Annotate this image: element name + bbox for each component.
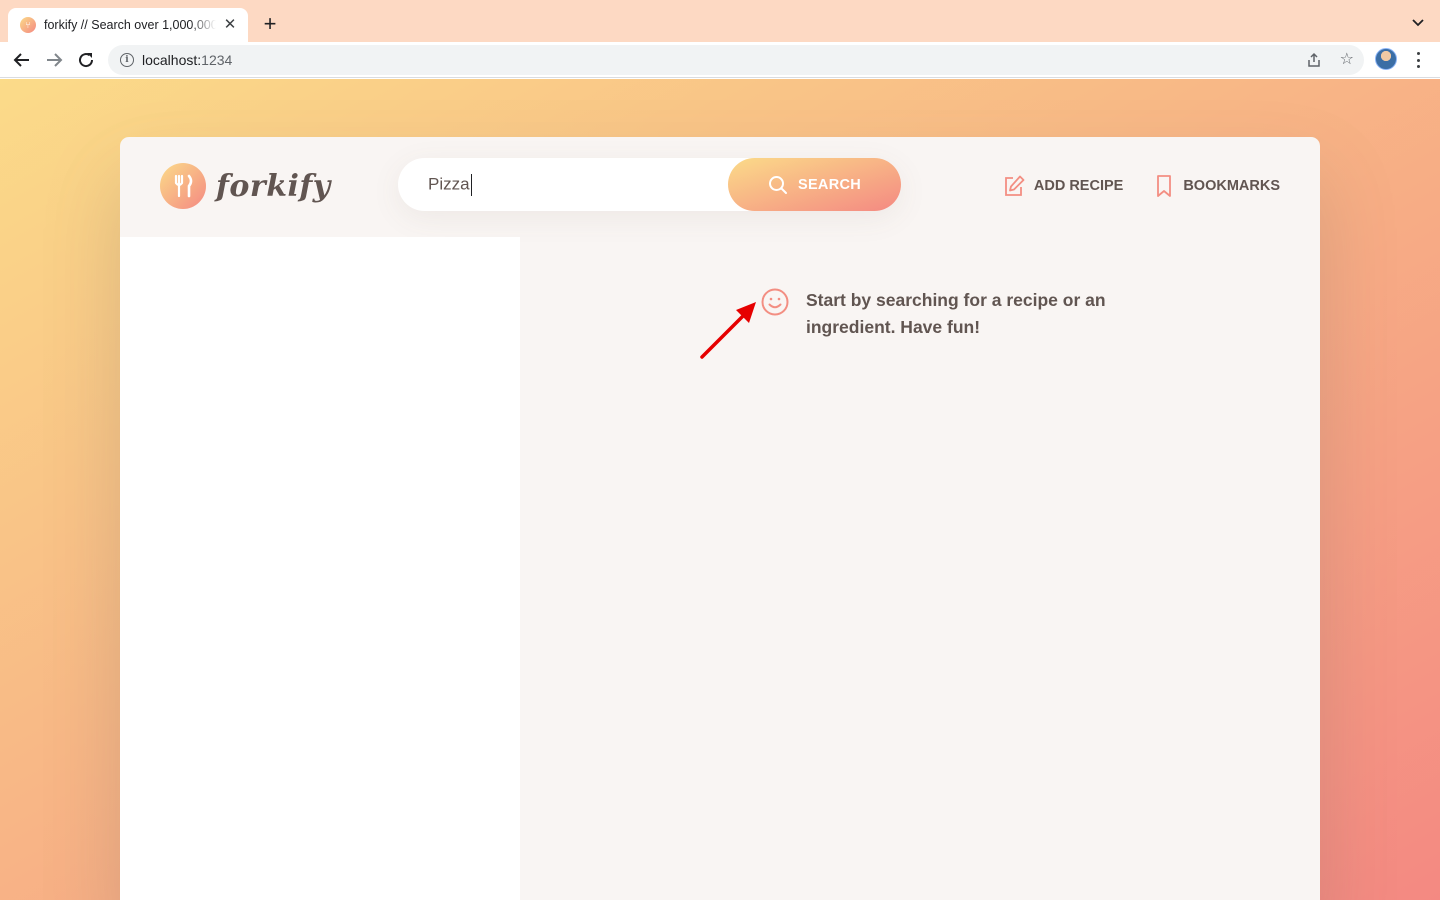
url-port: 1234 [201, 52, 233, 68]
browser-menu-icon[interactable] [1410, 51, 1426, 69]
page-viewport: forkify Pizza SEARCH ADD RECIPE BOOKMARK… [0, 79, 1440, 900]
url-host: localhost: [142, 52, 202, 68]
bookmark-star-icon[interactable]: ☆ [1340, 51, 1354, 69]
search-button[interactable]: SEARCH [728, 158, 901, 211]
logo[interactable]: forkify [160, 163, 331, 209]
browser-tabstrip: ⑂ forkify // Search over 1,000,000 recip… [0, 0, 1440, 42]
add-recipe-label: ADD RECIPE [1033, 178, 1124, 194]
recipe-panel: Start by searching for a recipe or an in… [520, 237, 1320, 900]
chevron-down-icon[interactable] [1410, 14, 1426, 30]
start-message-text: Start by searching for a recipe or an in… [806, 290, 1106, 337]
search-input[interactable]: Pizza [428, 173, 728, 196]
close-tab-icon[interactable]: ✕ [222, 17, 238, 33]
app-header: forkify Pizza SEARCH ADD RECIPE BOOKMARK… [120, 137, 1320, 237]
search-form: Pizza SEARCH [398, 158, 901, 211]
search-icon [768, 175, 787, 194]
site-info-icon[interactable]: i [120, 53, 134, 67]
back-button[interactable] [10, 48, 34, 72]
address-bar[interactable]: i localhost:1234 ☆ [108, 45, 1364, 75]
search-input-value: Pizza [428, 173, 470, 193]
forward-arrow-icon [47, 53, 63, 67]
smile-icon [761, 288, 789, 316]
bookmarks-button[interactable]: BOOKMARKS [1153, 174, 1280, 198]
url-text: localhost:1234 [142, 52, 232, 68]
browser-toolbar: i localhost:1234 ☆ [0, 42, 1440, 78]
new-tab-button[interactable]: + [258, 12, 282, 36]
browser-tab[interactable]: ⑂ forkify // Search over 1,000,000 recip… [8, 8, 248, 42]
back-arrow-icon [13, 53, 29, 67]
main-nav: ADD RECIPE BOOKMARKS [972, 174, 1280, 198]
reload-button[interactable] [74, 48, 98, 72]
text-caret [470, 173, 472, 196]
tab-title: forkify // Search over 1,000,000 recipes [44, 18, 216, 32]
forkify-app: forkify Pizza SEARCH ADD RECIPE BOOKMARK… [120, 137, 1320, 900]
forward-button[interactable] [42, 48, 66, 72]
logo-text: forkify [216, 168, 331, 204]
fork-knife-icon [160, 163, 206, 209]
edit-icon [1004, 175, 1025, 196]
forkify-favicon-icon: ⑂ [20, 17, 36, 33]
search-results-panel [120, 237, 520, 900]
add-recipe-button[interactable]: ADD RECIPE [1002, 174, 1123, 198]
start-message: Start by searching for a recipe or an in… [760, 287, 1120, 341]
reload-icon [79, 53, 94, 68]
bookmark-icon [1157, 175, 1172, 197]
profile-avatar[interactable] [1375, 48, 1397, 70]
bookmarks-label: BOOKMARKS [1183, 178, 1280, 194]
share-icon[interactable] [1306, 52, 1322, 68]
search-button-label: SEARCH [797, 176, 862, 193]
